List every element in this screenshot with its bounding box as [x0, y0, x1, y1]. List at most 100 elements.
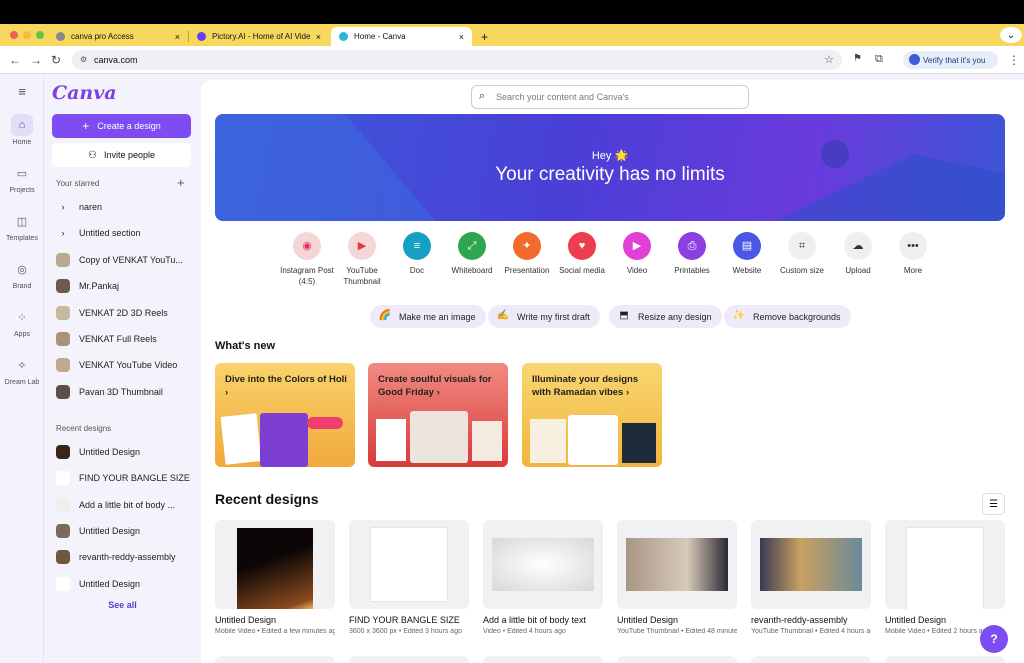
quick-action-more[interactable]: ••• More	[883, 232, 943, 276]
recent-design-card-next-row[interactable]	[751, 656, 871, 663]
quick-action-whiteboard[interactable]: ⤢ Whiteboard	[442, 232, 502, 276]
search-input[interactable]: ⌕ Search your content and Canva's	[471, 85, 749, 109]
minimize-window-button[interactable]	[23, 31, 31, 39]
rail-item-brand[interactable]: ◎ Brand	[0, 258, 44, 291]
design-thumbnail	[56, 358, 70, 372]
starred-item[interactable]: › naren	[56, 198, 196, 216]
quick-action-website[interactable]: ▤ Website	[717, 232, 777, 276]
recent-design-title: FIND YOUR BANGLE SIZE	[349, 615, 460, 625]
whats-new-card-holi[interactable]: Dive into the Colors of Holi ›	[215, 363, 355, 467]
good-friday-template-art	[410, 411, 468, 463]
quick-action-crop[interactable]: ⌗ Custom size	[772, 232, 832, 276]
quick-action-printer[interactable]: ⎙ Printables	[662, 232, 722, 276]
recent-item-label: FIND YOUR BANGLE SIZE	[79, 473, 190, 483]
browser-tab[interactable]: Pictory.AI - Home of AI Video ×	[189, 27, 329, 46]
invite-people-button[interactable]: ⚇ Invite people	[52, 143, 191, 167]
hamburger-menu-icon[interactable]: ≡	[0, 84, 44, 99]
quick-action-doc[interactable]: ≡ Doc	[387, 232, 447, 276]
quick-action-upload[interactable]: ☁ Upload	[828, 232, 888, 276]
site-settings-icon[interactable]: ⚙	[80, 55, 87, 64]
whats-new-card-good-friday[interactable]: Create soulful visuals for Good Friday ›	[368, 363, 508, 467]
recent-design-card-next-row[interactable]	[349, 656, 469, 663]
recent-design-card-next-row[interactable]	[885, 656, 1005, 663]
rail-item-home[interactable]: ⌂ Home	[0, 114, 44, 146]
help-button[interactable]: ?	[980, 625, 1008, 653]
youtube-icon: ▶	[348, 232, 376, 260]
design-thumbnail	[56, 577, 70, 591]
recent-item[interactable]: Untitled Design	[56, 443, 196, 461]
back-button[interactable]: ←	[9, 53, 21, 67]
tab-close-icon[interactable]: ×	[175, 32, 180, 42]
whats-new-card-ramadan[interactable]: Illuminate your designs with Ramadan vib…	[522, 363, 662, 467]
upload-icon: ☁	[844, 232, 872, 260]
browser-menu-button[interactable]: ⋮	[1008, 53, 1020, 67]
reload-button[interactable]: ↻	[51, 53, 61, 67]
tab-close-icon[interactable]: ×	[316, 32, 321, 42]
starred-item[interactable]: Mr.Pankaj	[56, 277, 196, 295]
starred-item[interactable]: Pavan 3D Thumbnail	[56, 383, 196, 401]
presentation-icon: ✦	[513, 232, 541, 260]
recent-design-card-next-row[interactable]	[215, 656, 335, 663]
starred-item[interactable]: VENKAT YouTube Video	[56, 356, 196, 374]
rail-item-templates[interactable]: ◫ Templates	[0, 210, 44, 243]
rail-item-apps[interactable]: ⁘ Apps	[0, 306, 44, 339]
design-thumbnail	[56, 279, 70, 293]
recent-item[interactable]: revanth-reddy-assembly	[56, 548, 196, 566]
create-design-button[interactable]: + Create a design	[52, 114, 191, 138]
white-page-art	[907, 528, 983, 609]
recent-design-card[interactable]: Untitled Design Mobile Video • Edited 2 …	[885, 520, 1005, 635]
rail-item-projects[interactable]: ▭ Projects	[0, 162, 44, 195]
suggestion-pill[interactable]: ✍ Write my first draft	[488, 305, 600, 328]
quick-action-video[interactable]: ▶ Video	[607, 232, 667, 276]
extension-icon[interactable]: ⚑	[853, 53, 862, 64]
puzzle-extensions-icon[interactable]: ⧉	[875, 53, 883, 66]
forward-button[interactable]: →	[30, 53, 42, 67]
quick-action-instagram[interactable]: ◉ Instagram Post (4:5)	[277, 232, 337, 287]
instagram-icon: ◉	[293, 232, 321, 260]
quick-action-label: Upload	[845, 266, 871, 275]
suggestion-pill[interactable]: 🌈 Make me an image	[370, 305, 486, 328]
recent-item[interactable]: Untitled Design	[56, 522, 196, 540]
quick-action-heart[interactable]: ♥ Social media	[552, 232, 612, 276]
recent-item[interactable]: FIND YOUR BANGLE SIZE	[56, 469, 196, 487]
recent-design-card[interactable]: Untitled Design YouTube Thumbnail • Edit…	[617, 520, 737, 635]
crop-icon: ⌗	[788, 232, 816, 260]
browser-tab-active[interactable]: Home - Canva ×	[331, 27, 472, 46]
tab-close-icon[interactable]: ×	[459, 32, 464, 42]
url-field[interactable]: ⚙ canva.com ☆	[72, 50, 842, 70]
bookmark-star-icon[interactable]: ☆	[824, 53, 834, 66]
add-starred-button[interactable]: +	[177, 175, 185, 190]
recent-design-card[interactable]: Untitled Design Mobile Video • Edited a …	[215, 520, 335, 635]
recent-design-meta: Mobile Video • Edited a few minutes ago	[215, 628, 335, 635]
holi-template-art	[220, 413, 262, 465]
design-thumbnail	[56, 306, 70, 320]
recent-design-card[interactable]: Add a little bit of body text Video • Ed…	[483, 520, 603, 635]
close-window-button[interactable]	[10, 31, 18, 39]
recent-design-card-next-row[interactable]	[617, 656, 737, 663]
canva-logo[interactable]: Canva	[52, 82, 117, 104]
tab-title: canva pro Access	[71, 32, 134, 41]
quick-action-youtube[interactable]: ▶ YouTube Thumbnail	[332, 232, 392, 287]
suggestion-pill[interactable]: ⬒ Resize any design	[609, 305, 722, 328]
recent-design-card[interactable]: revanth-reddy-assembly YouTube Thumbnail…	[751, 520, 871, 635]
starred-item[interactable]: VENKAT 2D 3D Reels	[56, 304, 196, 322]
suggestion-pill[interactable]: ✨ Remove backgrounds	[724, 305, 851, 328]
list-view-button[interactable]: ☰	[982, 493, 1005, 515]
brand-icon: ◎	[17, 263, 27, 276]
rail-item-dream-lab[interactable]: ✧ Dream Lab	[0, 354, 44, 387]
doc-icon: ≡	[403, 232, 431, 260]
recent-design-card[interactable]: FIND YOUR BANGLE SIZE 3600 x 3600 px • E…	[349, 520, 469, 635]
recent-item[interactable]: Untitled Design	[56, 575, 196, 593]
starred-item[interactable]: Copy of VENKAT YouTu...	[56, 251, 196, 269]
verify-profile-button[interactable]: Verify that it's you	[903, 51, 998, 69]
maximize-window-button[interactable]	[36, 31, 44, 39]
new-tab-button[interactable]: +	[473, 27, 495, 46]
starred-item[interactable]: › Untitled section	[56, 224, 196, 242]
quick-action-presentation[interactable]: ✦ Presentation	[497, 232, 557, 276]
recent-design-card-next-row[interactable]	[483, 656, 603, 663]
starred-item[interactable]: VENKAT Full Reels	[56, 330, 196, 348]
see-all-link[interactable]: See all	[44, 600, 201, 610]
tab-search-button[interactable]: ⌄	[1000, 27, 1022, 43]
recent-item[interactable]: Add a little bit of body ...	[56, 496, 196, 514]
browser-tab[interactable]: canva pro Access ×	[48, 27, 188, 46]
